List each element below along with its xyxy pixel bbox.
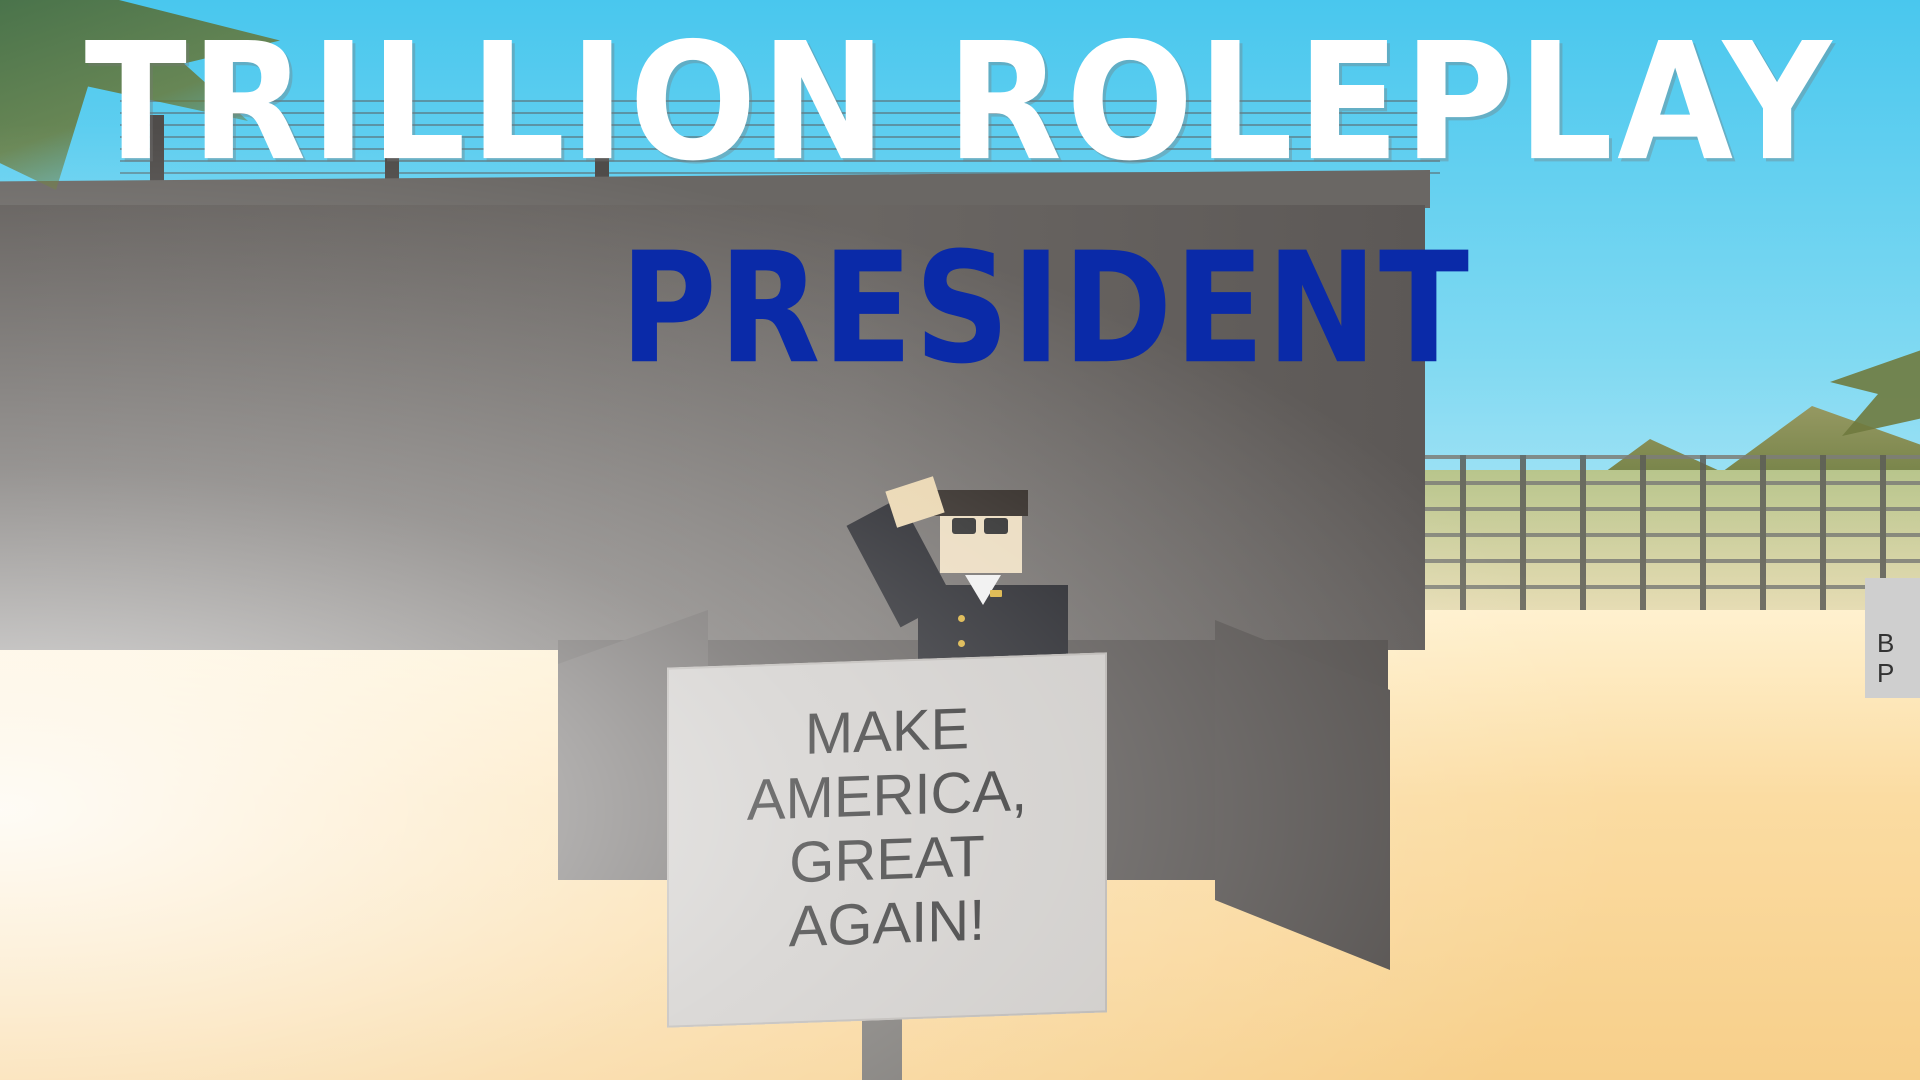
thumbnail-subtitle: PRESIDENT: [620, 219, 1471, 399]
distant-fence: [1400, 455, 1920, 615]
side-sign: B P: [1865, 578, 1920, 698]
thumbnail-title: TRILLION ROLEPLAY: [84, 9, 1836, 197]
suit-button: [958, 640, 965, 647]
sign-text: MAKE AMERICA, GREAT AGAIN!: [667, 692, 1107, 963]
character-hair: [934, 490, 1028, 516]
lapel-pin-icon: [990, 590, 1002, 597]
suit-button: [958, 615, 965, 622]
side-sign-line: B: [1877, 628, 1895, 658]
sunglasses-icon: [950, 518, 1010, 534]
game-scene: MAKE AMERICA, GREAT AGAIN! B P TRILLION …: [0, 0, 1920, 1080]
protest-sign: MAKE AMERICA, GREAT AGAIN!: [667, 652, 1107, 1028]
side-sign-line: P: [1877, 658, 1895, 688]
